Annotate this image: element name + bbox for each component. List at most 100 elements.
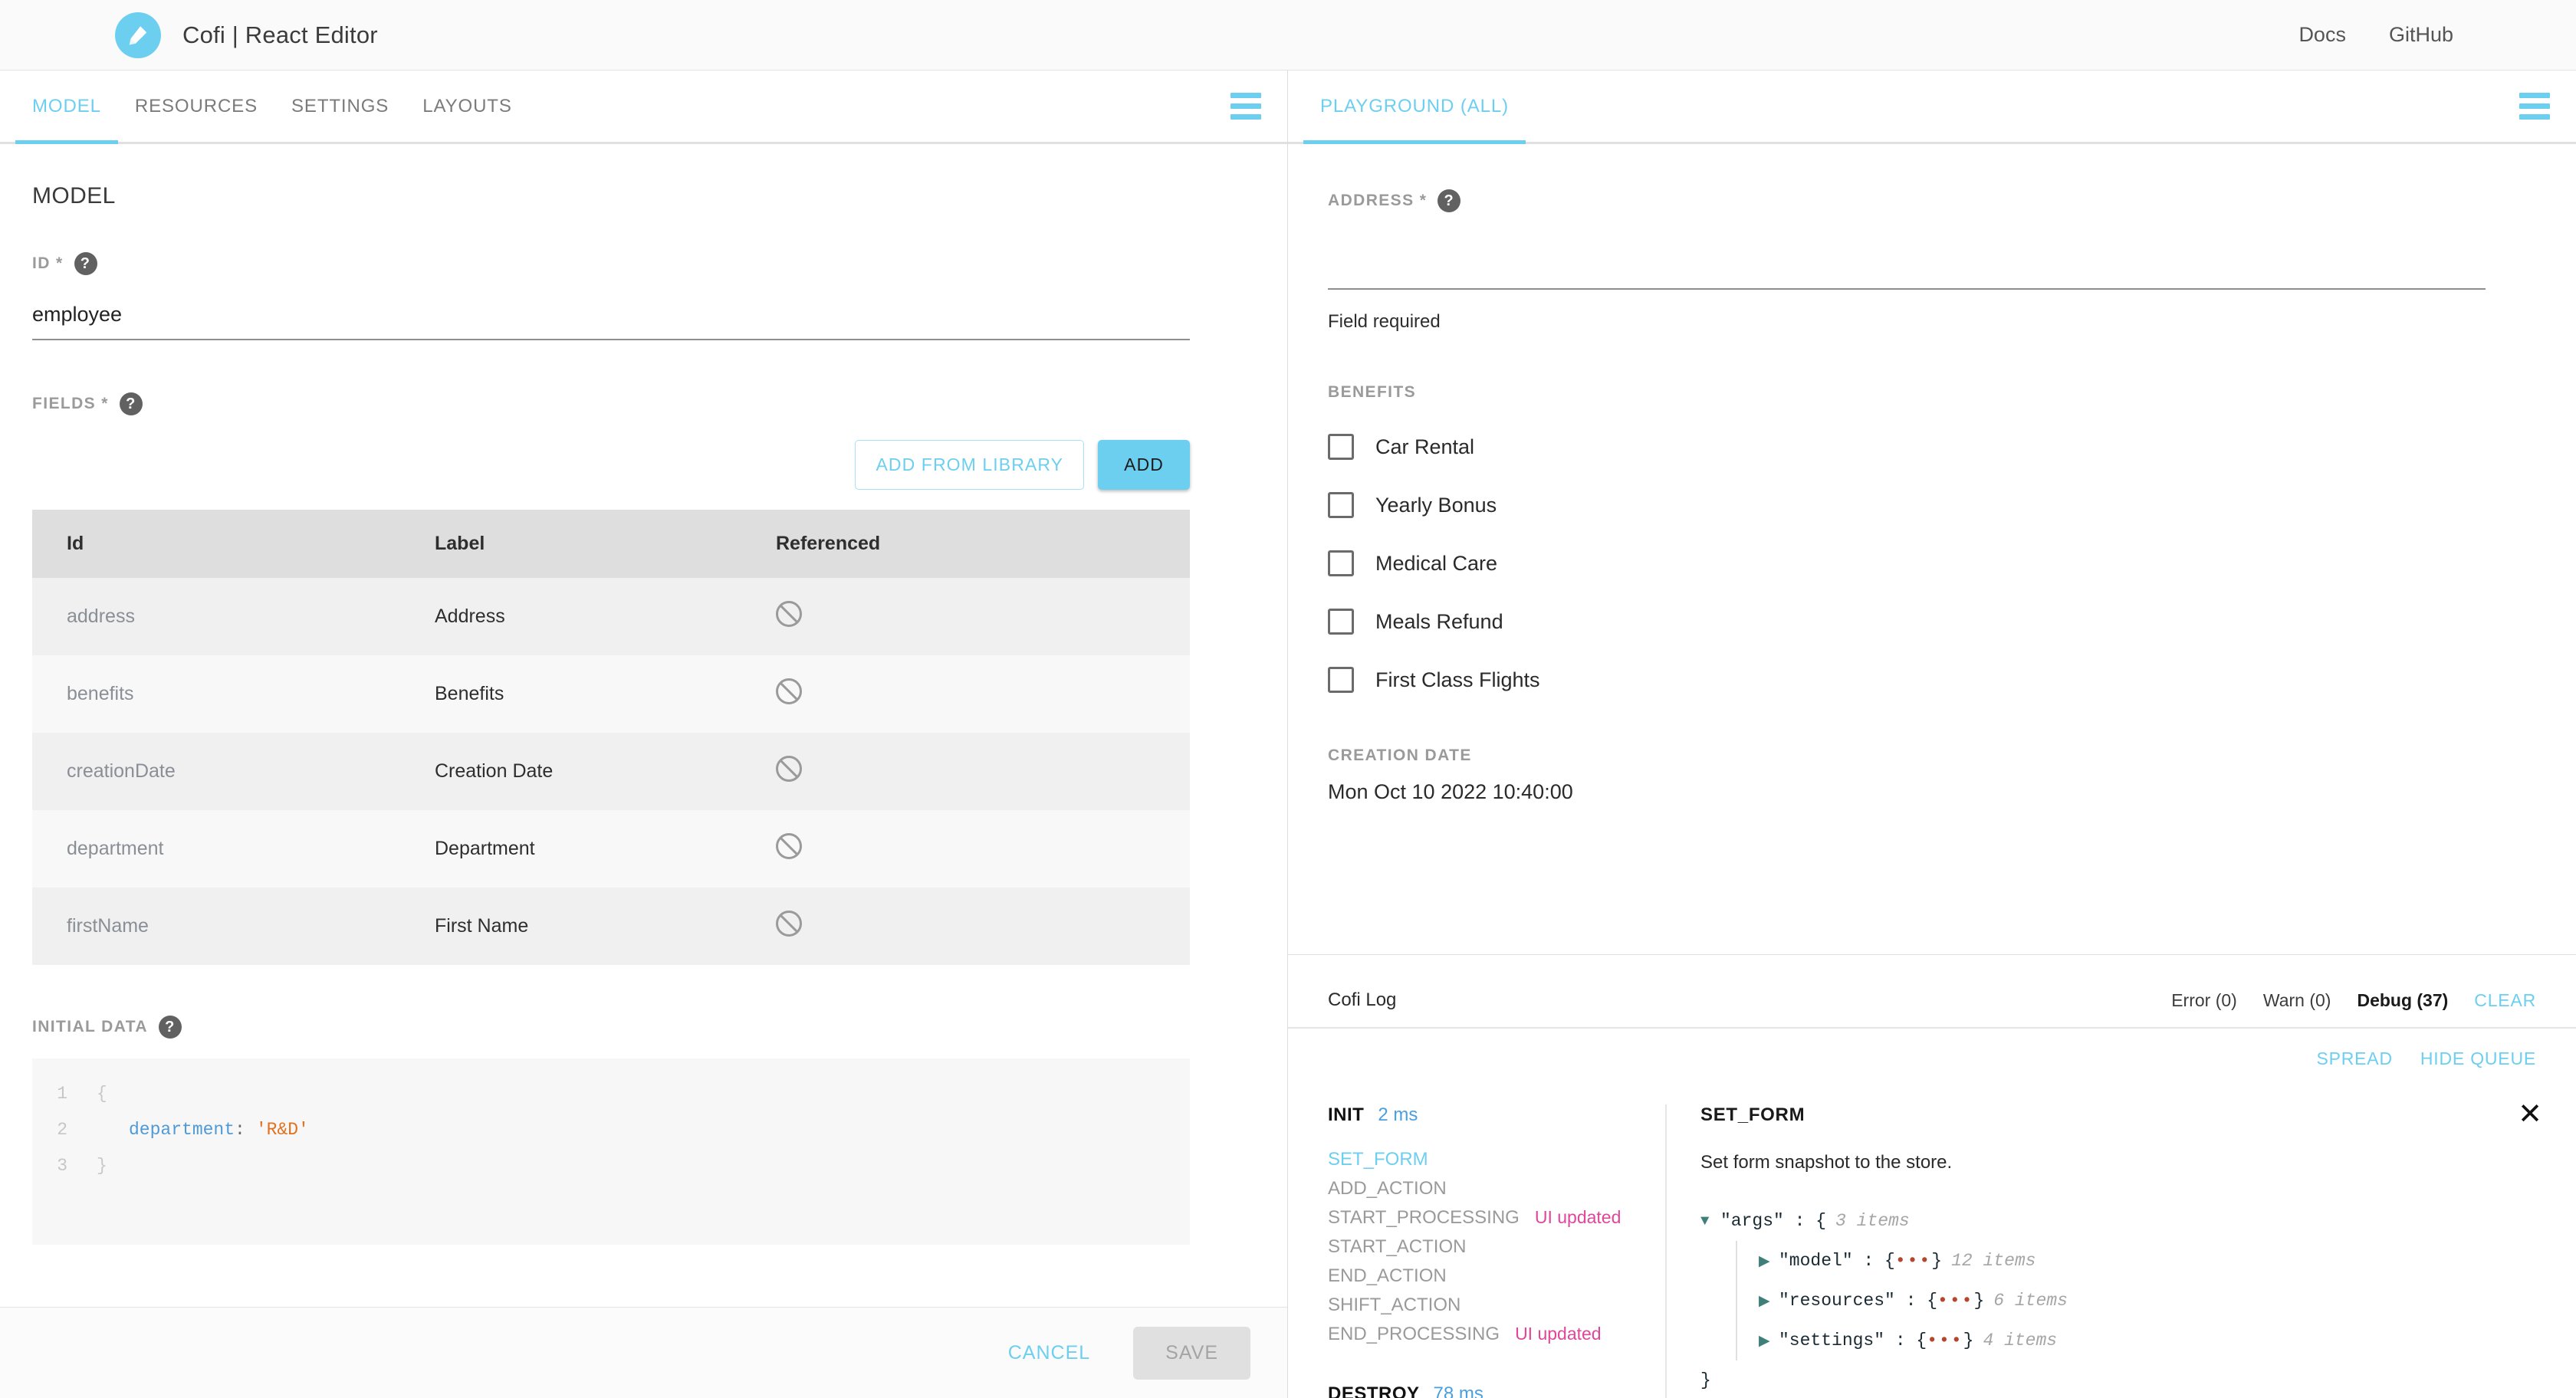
tree-count: 6 items bbox=[1993, 1291, 2068, 1311]
hamburger-menu-icon[interactable] bbox=[1230, 93, 1261, 120]
cell-id: department bbox=[32, 810, 400, 888]
table-row[interactable]: address Address bbox=[32, 578, 1190, 655]
log-detail-title: SET_FORM bbox=[1700, 1104, 1806, 1125]
queue-destroy-name: DESTROY bbox=[1328, 1383, 1420, 1398]
checkbox-box[interactable] bbox=[1328, 492, 1354, 518]
id-input[interactable] bbox=[32, 303, 1190, 340]
tree-node-model[interactable]: "model" : { ••• } 12 items bbox=[1759, 1241, 2542, 1281]
log-clear-button[interactable]: CLEAR bbox=[2474, 990, 2536, 1011]
editor-pane: MODEL RESOURCES SETTINGS LAYOUTS MODEL I… bbox=[0, 71, 1288, 1398]
playground-form: ADDRESS * ? Field required BENEFITS Car … bbox=[1288, 146, 2576, 804]
code-token-string: 'R&D' bbox=[255, 1119, 309, 1140]
tab-resources[interactable]: RESOURCES bbox=[118, 71, 274, 142]
tab-model[interactable]: MODEL bbox=[15, 71, 118, 144]
not-allowed-icon bbox=[776, 756, 802, 782]
tree-dots: ••• bbox=[1927, 1331, 1963, 1350]
list-item[interactable]: SHIFT_ACTION bbox=[1328, 1295, 1665, 1324]
queue-action-note: UI updated bbox=[1534, 1207, 1622, 1227]
editor-tabs: MODEL RESOURCES SETTINGS LAYOUTS bbox=[0, 71, 529, 144]
list-item[interactable]: END_PROCESSING UI updated bbox=[1328, 1324, 1665, 1353]
split-panes: MODEL RESOURCES SETTINGS LAYOUTS MODEL I… bbox=[0, 71, 2576, 1398]
line-number: 3 bbox=[57, 1155, 67, 1176]
queue-init-name: INIT bbox=[1328, 1104, 1365, 1125]
checkbox-label: Yearly Bonus bbox=[1375, 493, 1497, 517]
tree-node-args[interactable]: "args" : { 3 items bbox=[1700, 1201, 2542, 1241]
nav-link-docs[interactable]: Docs bbox=[2298, 23, 2346, 47]
column-header-label[interactable]: Label bbox=[400, 510, 741, 578]
nav-link-github[interactable]: GitHub bbox=[2389, 23, 2453, 47]
queue-action-name: SET_FORM bbox=[1328, 1149, 1428, 1170]
checkbox-meals-refund[interactable]: Meals Refund bbox=[1328, 609, 2536, 635]
column-header-id[interactable]: Id bbox=[32, 510, 400, 578]
log-filter-debug[interactable]: Debug (37) bbox=[2357, 990, 2448, 1011]
list-item[interactable]: ADD_ACTION bbox=[1328, 1178, 1665, 1207]
log-spread-button[interactable]: SPREAD bbox=[2316, 1048, 2392, 1069]
checkbox-box[interactable] bbox=[1328, 550, 1354, 576]
queue-action-name: START_PROCESSING bbox=[1328, 1207, 1520, 1228]
checkbox-car-rental[interactable]: Car Rental bbox=[1328, 434, 2536, 460]
tree-node-settings[interactable]: "settings" : { ••• } 4 items bbox=[1759, 1321, 2542, 1360]
help-icon[interactable]: ? bbox=[158, 1016, 182, 1039]
tab-settings[interactable]: SETTINGS bbox=[274, 71, 406, 142]
column-header-referenced[interactable]: Referenced bbox=[741, 510, 1190, 578]
log-hide-queue-button[interactable]: HIDE QUEUE bbox=[2420, 1048, 2536, 1069]
hamburger-menu-icon[interactable] bbox=[2519, 93, 2550, 120]
add-button[interactable]: ADD bbox=[1098, 440, 1190, 490]
chevron-right-icon[interactable] bbox=[1759, 1332, 1779, 1350]
list-item[interactable]: START_ACTION bbox=[1328, 1236, 1665, 1265]
checkbox-box[interactable] bbox=[1328, 667, 1354, 693]
cancel-button[interactable]: CANCEL bbox=[991, 1330, 1107, 1377]
tree-count: 3 items bbox=[1835, 1211, 1910, 1231]
list-item[interactable]: END_ACTION bbox=[1328, 1265, 1665, 1295]
benefits-group-label: BENEFITS bbox=[1328, 383, 1417, 401]
checkbox-box[interactable] bbox=[1328, 434, 1354, 460]
log-filter-error[interactable]: Error (0) bbox=[2171, 990, 2237, 1011]
help-icon[interactable]: ? bbox=[119, 392, 143, 415]
cofi-log-panel: Cofi Log Error (0) Warn (0) Debug (37) C… bbox=[1288, 955, 2576, 1398]
initial-data-editor[interactable]: 1 { 2 department : 'R&D' 3 } bbox=[32, 1058, 1190, 1245]
log-filter-warn[interactable]: Warn (0) bbox=[2263, 990, 2331, 1011]
list-item[interactable]: START_PROCESSING UI updated bbox=[1328, 1207, 1665, 1236]
chevron-right-icon[interactable] bbox=[1759, 1292, 1779, 1310]
checkbox-yearly-bonus[interactable]: Yearly Bonus bbox=[1328, 492, 2536, 518]
playground-tabbar: PLAYGROUND (ALL) bbox=[1288, 71, 2576, 144]
checkbox-first-class-flights[interactable]: First Class Flights bbox=[1328, 667, 2536, 693]
table-row[interactable]: department Department bbox=[32, 810, 1190, 888]
table-row[interactable]: creationDate Creation Date bbox=[32, 733, 1190, 810]
editor-tabbar: MODEL RESOURCES SETTINGS LAYOUTS bbox=[0, 71, 1287, 144]
cell-referenced bbox=[741, 655, 1190, 733]
code-token-punct: : bbox=[235, 1119, 245, 1140]
not-allowed-icon bbox=[776, 678, 802, 704]
chevron-down-icon[interactable] bbox=[1700, 1213, 1720, 1229]
page-title: MODEL bbox=[32, 183, 116, 208]
help-icon[interactable]: ? bbox=[74, 252, 97, 275]
brand[interactable]: Cofi | React Editor bbox=[115, 11, 378, 58]
log-level-filters: Error (0) Warn (0) Debug (37) CLEAR bbox=[2171, 990, 2536, 1011]
tab-playground-all[interactable]: PLAYGROUND (ALL) bbox=[1303, 71, 1526, 144]
log-detail-header: SET_FORM ✕ bbox=[1700, 1100, 2542, 1128]
tree-dots: ••• bbox=[1937, 1291, 1974, 1311]
tab-layouts[interactable]: LAYOUTS bbox=[406, 71, 529, 142]
playground-tabs: PLAYGROUND (ALL) bbox=[1288, 71, 1526, 144]
cell-label: Address bbox=[400, 578, 741, 655]
close-icon[interactable]: ✕ bbox=[2518, 1100, 2542, 1128]
editor-footer: CANCEL SAVE bbox=[0, 1307, 1287, 1398]
chevron-right-icon[interactable] bbox=[1759, 1252, 1779, 1270]
table-row[interactable]: benefits Benefits bbox=[32, 655, 1190, 733]
address-error-message: Field required bbox=[1328, 311, 1441, 332]
tree-key: "resources" : { bbox=[1779, 1291, 1938, 1311]
add-from-library-button[interactable]: ADD FROM LIBRARY bbox=[855, 440, 1085, 490]
address-input[interactable] bbox=[1328, 252, 2486, 290]
cell-label: First Name bbox=[400, 888, 741, 965]
help-icon[interactable]: ? bbox=[1438, 189, 1461, 212]
checkbox-label: Meals Refund bbox=[1375, 609, 1503, 633]
list-item[interactable]: SET_FORM bbox=[1328, 1149, 1665, 1178]
tree-key: "args" : { bbox=[1720, 1211, 1827, 1231]
tree-node-resources[interactable]: "resources" : { ••• } 6 items bbox=[1759, 1281, 2542, 1321]
save-button[interactable]: SAVE bbox=[1133, 1326, 1250, 1380]
creation-date-value: Mon Oct 10 2022 10:40:00 bbox=[1328, 780, 1573, 803]
table-row[interactable]: firstName First Name bbox=[32, 888, 1190, 965]
checkbox-label: Car Rental bbox=[1375, 435, 1475, 458]
checkbox-medical-care[interactable]: Medical Care bbox=[1328, 550, 2536, 576]
checkbox-box[interactable] bbox=[1328, 609, 1354, 635]
